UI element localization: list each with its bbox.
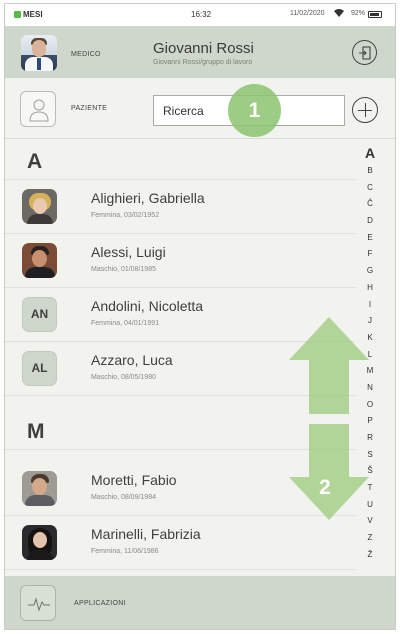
patient-name: Moretti, Fabio [91,472,177,488]
clock: 16:32 [191,10,212,19]
alphabet-letter[interactable]: Č [359,196,381,213]
list-item[interactable]: Marinelli, Fabrizia Femmina, 11/06/1986 [5,517,355,570]
logout-button[interactable] [352,40,377,65]
patient-name: Marinelli, Fabrizia [91,526,201,542]
alphabet-letter[interactable]: B [359,163,381,180]
doctor-avatar[interactable] [21,35,57,71]
applications-footer: APPLICAZIONI [5,576,395,629]
section-letter: A [27,150,43,173]
patient-name: Azzaro, Luca [91,352,173,368]
mesi-logo-icon [14,11,21,18]
patient-info: Femmina, 11/06/1986 [91,548,159,555]
applications-button[interactable] [20,585,56,621]
alphabet-letter[interactable]: E [359,230,381,247]
section-header-a: A [5,140,355,180]
doctor-workgroup: Giovanni Rossi/gruppo di lavoro [153,59,253,66]
patient-info: Femmina, 04/01/1991 [91,320,160,327]
app-frame: MESI 16:32 11/02/2020 92% MEDICO Giovann… [4,3,396,630]
patient-initials-avatar: AL [22,351,57,386]
patient-photo [22,189,57,224]
patient-info: Femmina, 03/02/1952 [91,212,160,219]
patient-name: Alighieri, Gabriella [91,190,205,206]
applications-label: APPLICAZIONI [74,600,126,607]
alphabet-letter[interactable]: H [359,280,381,297]
patient-photo [22,243,57,278]
alphabet-letter[interactable]: Z [359,530,381,547]
role-label: MEDICO [71,51,101,58]
patient-info: Maschio, 08/09/1984 [91,494,156,501]
alphabet-letter[interactable]: G [359,263,381,280]
date: 11/02/2020 [290,10,325,17]
battery-percent: 92% [351,10,366,17]
alphabet-letter[interactable]: I [359,297,381,314]
doctor-header: MEDICO Giovanni Rossi Giovanni Rossi/gru… [5,26,395,78]
alphabet-letter[interactable]: C [359,180,381,197]
app-logo: MESI [14,10,43,19]
patient-info: Maschio, 01/08/1985 [91,266,156,273]
patient-name: Alessi, Luigi [91,244,166,260]
patient-photo [22,471,57,506]
patient-avatar-placeholder [20,91,56,127]
patient-name: Andolini, Nicoletta [91,298,204,314]
scroll-up-arrow-icon [289,317,369,414]
patient-initials-avatar: AN [22,297,57,332]
app-name: MESI [23,10,43,19]
logout-icon [359,46,371,60]
add-patient-button[interactable] [352,97,378,123]
patient-label: PAZIENTE [71,105,108,112]
annotation-marker-1: 1 [228,84,281,137]
pulse-icon [28,597,50,612]
doctor-name: Giovanni Rossi [153,40,254,57]
alphabet-letter[interactable]: D [359,213,381,230]
alphabet-letter[interactable]: Ž [359,547,381,564]
patient-info: Maschio, 08/05/1980 [91,374,156,381]
alphabet-letter[interactable]: F [359,246,381,263]
status-bar: MESI 16:32 11/02/2020 92% [5,4,395,26]
wifi-icon [333,8,345,20]
annotation-marker-2: 2 [319,476,331,499]
patient-photo [22,525,57,560]
section-letter: M [27,420,45,443]
battery-icon [368,11,382,18]
patient-bar: PAZIENTE [5,83,395,139]
person-icon [29,99,49,122]
list-item[interactable]: Alessi, Luigi Maschio, 01/08/1985 [5,235,355,288]
alphabet-current-letter[interactable]: A [359,145,381,163]
list-item[interactable]: Alighieri, Gabriella Femmina, 03/02/1952 [5,181,355,234]
